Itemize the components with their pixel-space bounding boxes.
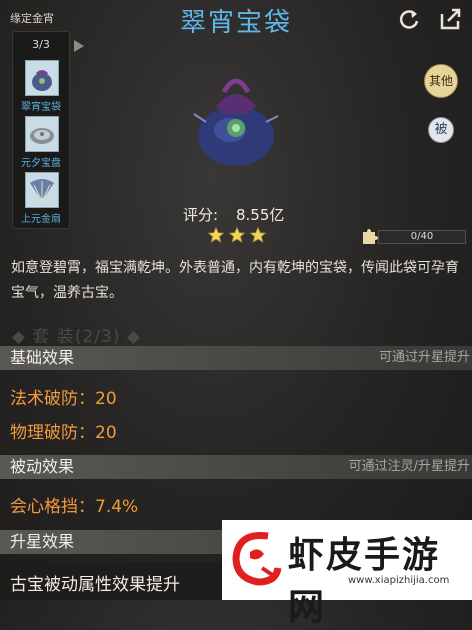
passive-badge[interactable]: 被	[428, 117, 454, 143]
stat-crit-block: 会心格挡：7.4%	[10, 497, 139, 517]
section-title: 基础效果	[10, 348, 75, 367]
puzzle-piece-icon	[360, 227, 378, 245]
share-icon[interactable]	[438, 6, 464, 32]
item-image	[186, 62, 286, 172]
expand-arrow-icon[interactable]	[72, 38, 86, 54]
set-item-label: 翠宵宝袋	[21, 102, 61, 113]
section-title: 被动效果	[10, 457, 75, 476]
fan-icon	[25, 172, 59, 208]
set-bonus-faded-text: ◆ 套 装(2/3) ◆	[12, 327, 141, 347]
progress-text: 0/40	[410, 231, 434, 242]
item-description: 如意登碧霄，福宝满乾坤。外表普通，内有乾坤的宝袋，传闻此袋可孕育宝气，温养古宝。	[11, 260, 459, 301]
star-icon	[249, 226, 267, 244]
passive-effect-header: 被动效果 可通过注灵/升星提升	[0, 455, 472, 479]
set-item-plate[interactable]: 元夕宝盘	[17, 116, 65, 170]
set-panel: 3/3 翠宵宝袋 元夕宝盘 上元金扇	[12, 31, 70, 229]
score-value: 8.55亿	[236, 206, 285, 224]
star-rating	[207, 226, 271, 244]
section-title: 升星效果	[10, 532, 75, 551]
shrimp-logo-icon	[228, 528, 284, 588]
basic-effect-header: 基础效果 可通过升星提升	[0, 346, 472, 370]
set-item-pouch[interactable]: 翠宵宝袋	[17, 60, 65, 114]
star-icon	[228, 226, 246, 244]
other-badge[interactable]: 其他	[424, 64, 458, 98]
section-hint: 可通过注灵/升星提升	[348, 459, 470, 474]
upgrade-effect-text: 古宝被动属性效果提升	[10, 575, 180, 595]
score-label: 评分:	[183, 206, 219, 224]
set-item-label: 元夕宝盘	[21, 158, 61, 169]
watermark-url: www.xiapizhijia.com	[348, 575, 450, 586]
set-item-label: 上元金扇	[21, 214, 61, 225]
stat-phys-pen: 物理破防：20	[10, 423, 117, 443]
stat-magic-pen: 法术破防：20	[10, 389, 117, 409]
plate-icon	[25, 116, 59, 152]
star-icon	[207, 226, 225, 244]
section-hint: 可通过升星提升	[378, 350, 470, 365]
refresh-icon[interactable]	[396, 6, 422, 32]
set-count: 3/3	[32, 38, 50, 51]
set-item-fan[interactable]: 上元金扇	[17, 172, 65, 226]
pouch-icon	[25, 60, 59, 96]
shard-progress-bar: 0/40	[378, 230, 466, 244]
watermark: 虾皮手游网 www.xiapizhijia.com	[222, 520, 472, 628]
